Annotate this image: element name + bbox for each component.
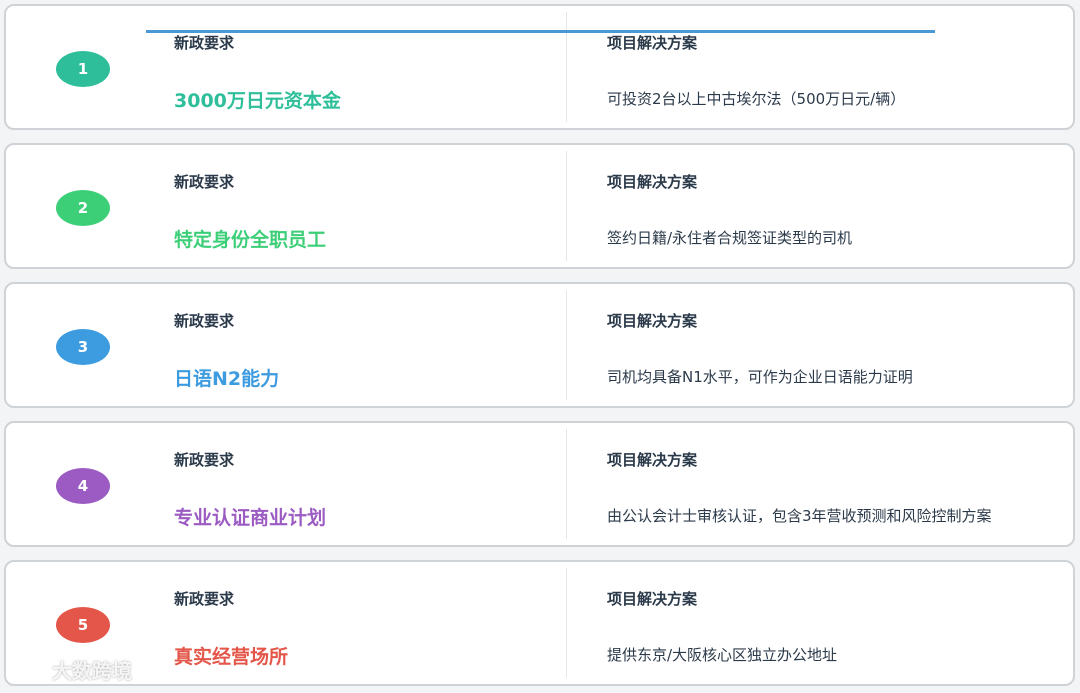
number-badge: 1	[56, 51, 110, 87]
number-badge: 2	[56, 190, 110, 226]
solution-value: 可投资2台以上中古埃尔法（500万日元/辆）	[607, 90, 906, 108]
requirement-value: 特定身份全职员工	[174, 229, 327, 251]
requirement-label: 新政要求	[174, 312, 235, 330]
number-badge: 5	[56, 607, 110, 643]
requirement-value: 真实经营场所	[174, 646, 289, 668]
solution-value: 由公认会计士审核认证，包含3年营收预测和风险控制方案	[607, 507, 992, 525]
watermark-text: 大数跨境	[52, 659, 132, 683]
solution-label: 项目解决方案	[607, 173, 698, 191]
policy-card-5: 5 新政要求 真实经营场所 项目解决方案 提供东京/大阪核心区独立办公地址	[4, 560, 1075, 686]
accent-line	[146, 30, 935, 33]
divider	[566, 290, 567, 400]
solution-value: 提供东京/大阪核心区独立办公地址	[607, 646, 838, 664]
solution-label: 项目解决方案	[607, 451, 698, 469]
requirement-value: 日语N2能力	[174, 368, 280, 390]
divider	[566, 12, 567, 122]
divider	[566, 151, 567, 261]
requirement-label: 新政要求	[174, 173, 235, 191]
divider	[566, 568, 567, 678]
policy-card-3: 3 新政要求 日语N2能力 项目解决方案 司机均具备N1水平，可作为企业日语能力…	[4, 282, 1075, 408]
logo-icon	[8, 654, 46, 685]
requirement-value: 3000万日元资本金	[174, 90, 341, 112]
solution-label: 项目解决方案	[607, 590, 698, 608]
requirement-label: 新政要求	[174, 451, 235, 469]
policy-card-4: 4 新政要求 专业认证商业计划 项目解决方案 由公认会计士审核认证，包含3年营收…	[4, 421, 1075, 547]
solution-value: 司机均具备N1水平，可作为企业日语能力证明	[607, 368, 913, 386]
requirement-label: 新政要求	[174, 590, 235, 608]
requirement-value: 专业认证商业计划	[174, 507, 327, 529]
policy-card-1: 1 新政要求 3000万日元资本金 项目解决方案 可投资2台以上中古埃尔法（50…	[4, 4, 1075, 130]
number-badge: 4	[56, 468, 110, 504]
requirement-label: 新政要求	[174, 34, 235, 52]
watermark: 大数跨境	[8, 654, 132, 685]
policy-card-2: 2 新政要求 特定身份全职员工 项目解决方案 签约日籍/永住者合规签证类型的司机	[4, 143, 1075, 269]
solution-label: 项目解决方案	[607, 34, 698, 52]
solution-label: 项目解决方案	[607, 312, 698, 330]
solution-value: 签约日籍/永住者合规签证类型的司机	[607, 229, 853, 247]
divider	[566, 429, 567, 539]
number-badge: 3	[56, 329, 110, 365]
